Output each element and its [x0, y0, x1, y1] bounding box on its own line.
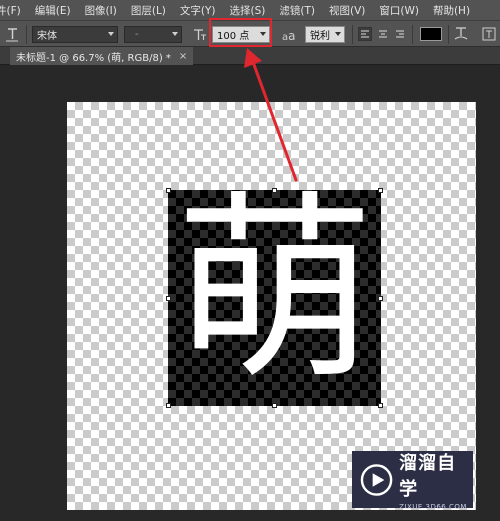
play-logo-icon [360, 463, 393, 496]
watermark-title: 溜溜自学 [399, 452, 457, 500]
watermark-subtitle: ZIXUE.3D66.COM [399, 502, 467, 511]
annotation-arrow [244, 48, 298, 182]
watermark: 溜溜自学 ZIXUE.3D66.COM [352, 451, 473, 511]
